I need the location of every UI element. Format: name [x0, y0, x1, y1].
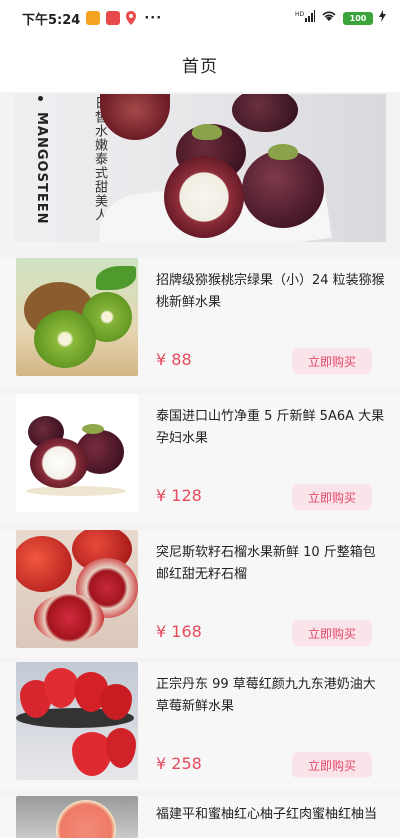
mangosteen-image [232, 94, 298, 132]
page-title: 首页 [182, 56, 218, 77]
product-image[interactable] [16, 394, 138, 512]
pomelo-image [56, 800, 116, 838]
banner-dot [38, 96, 43, 101]
buy-now-button[interactable]: 立即购买 [292, 348, 372, 374]
product-name[interactable]: 突尼斯软籽石榴水果新鲜 10 斤整箱包邮红甜无籽石榴 [156, 542, 388, 586]
mangosteen-open-image [164, 156, 244, 238]
pomegranate-image [16, 536, 72, 592]
product-price: ¥ 128 [156, 486, 202, 505]
charging-icon [379, 10, 386, 26]
notification-icon [86, 11, 101, 25]
status-left: 下午5:24 ··· [22, 9, 162, 28]
mangosteen-cap [82, 424, 104, 434]
product-price: ¥ 258 [156, 754, 202, 773]
mangosteen-cap [268, 144, 298, 160]
pomegranate-half-image [34, 594, 104, 642]
product-name[interactable]: 招牌级猕猴桃宗绿果（小）24 粒装猕猴桃新鲜水果 [156, 270, 388, 314]
signal-icon: HD [295, 10, 315, 26]
product-price: ¥ 88 [156, 350, 192, 369]
mangosteen-cap [192, 124, 222, 140]
more-notifications-icon: ··· [144, 10, 163, 26]
leaf-image [96, 266, 136, 290]
kiwi-half-image [34, 310, 96, 368]
product-price: ¥ 168 [156, 622, 202, 641]
plate-image [26, 486, 126, 496]
mangosteen-image [242, 150, 324, 228]
product-name[interactable]: 福建平和蜜柚红心柚子红肉蜜柚红柚当 [156, 804, 388, 826]
promo-banner[interactable]: MANGOSTEEN 日皙水嫩泰式甜美人 [14, 94, 386, 242]
product-image[interactable] [16, 530, 138, 648]
mangosteen-bowl-image [100, 94, 170, 140]
nav-bar: 首页 [0, 36, 400, 92]
buy-now-button[interactable]: 立即购买 [292, 620, 372, 646]
status-right: HD 100 [295, 10, 386, 26]
banner-brand: MANGOSTEEN [34, 112, 49, 225]
buy-now-button[interactable]: 立即购买 [292, 752, 372, 778]
product-name[interactable]: 泰国进口山竹净重 5 斤新鲜 5A6A 大果孕妇水果 [156, 406, 388, 450]
product-name[interactable]: 正宗丹东 99 草莓红颜九九东港奶油大草莓新鲜水果 [156, 674, 388, 718]
strawberry-image [44, 668, 78, 708]
product-image[interactable] [16, 258, 138, 376]
buy-now-button[interactable]: 立即购买 [292, 484, 372, 510]
mangosteen-open-image [30, 438, 88, 488]
status-time: 下午5:24 [22, 12, 81, 28]
status-bar: 下午5:24 ··· HD 100 [0, 0, 400, 36]
product-image[interactable] [16, 662, 138, 780]
location-pin-icon [126, 11, 137, 25]
product-card[interactable]: 正宗丹东 99 草莓红颜九九东港奶油大草莓新鲜水果 ¥ 258 立即购买 [0, 662, 400, 790]
battery-icon: 100 [343, 11, 373, 25]
wifi-icon [321, 10, 337, 26]
notification-icon [106, 11, 121, 25]
product-card[interactable]: 突尼斯软籽石榴水果新鲜 10 斤整箱包邮红甜无籽石榴 ¥ 168 立即购买 [0, 530, 400, 658]
network-label: HD [295, 11, 305, 18]
product-card[interactable]: 泰国进口山竹净重 5 斤新鲜 5A6A 大果孕妇水果 ¥ 128 立即购买 [0, 394, 400, 522]
product-card[interactable]: 招牌级猕猴桃宗绿果（小）24 粒装猕猴桃新鲜水果 ¥ 88 立即购买 [0, 258, 400, 386]
strawberry-image [106, 728, 136, 768]
product-card[interactable]: 福建平和蜜柚红心柚子红肉蜜柚红柚当 [0, 796, 400, 838]
product-image[interactable] [16, 796, 138, 838]
